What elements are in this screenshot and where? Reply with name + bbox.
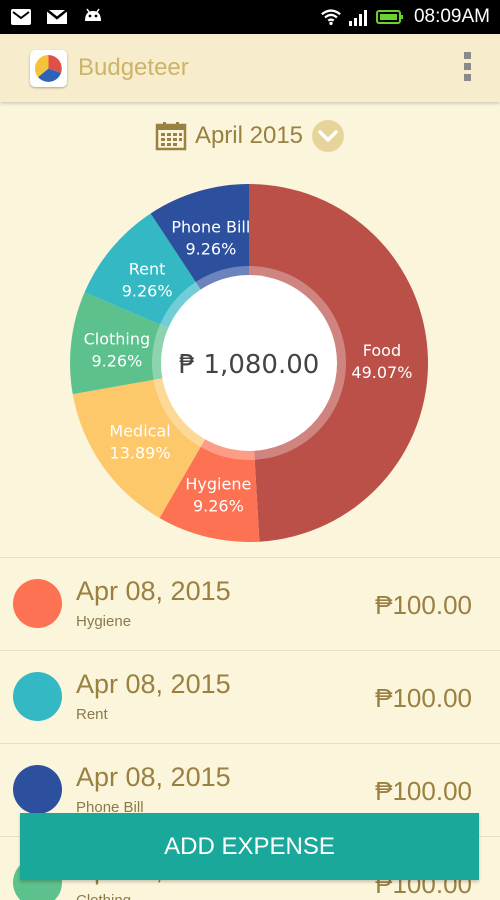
- status-clock: 08:09AM: [413, 6, 490, 27]
- category-color-dot: [13, 672, 62, 721]
- calendar-icon: [155, 122, 187, 151]
- slice-name-label: Clothing: [84, 330, 151, 349]
- total-amount: ₱ 1,080.00: [179, 350, 320, 380]
- mail-icon: [11, 9, 31, 25]
- expense-amount: ₱100.00: [375, 590, 472, 620]
- slice-percent-label: 9.26%: [193, 496, 244, 515]
- expense-amount: ₱100.00: [375, 683, 472, 713]
- app-bar: Budgeteer: [0, 34, 500, 102]
- android-icon: [85, 8, 101, 21]
- overflow-menu-icon[interactable]: [462, 52, 472, 84]
- expense-row[interactable]: Apr 08, 2015 Hygiene ₱100.00: [0, 557, 500, 650]
- wifi-icon: [321, 9, 341, 26]
- category-color-dot: [13, 765, 62, 814]
- slice-name-label: Food: [363, 341, 401, 360]
- status-bar: 08:09AM: [0, 0, 500, 34]
- slice-name-label: Phone Bill: [171, 218, 250, 237]
- month-selector[interactable]: April 2015: [0, 118, 500, 154]
- expense-date: Apr 08, 2015: [76, 762, 231, 792]
- slice-percent-label: 9.26%: [122, 282, 173, 301]
- expense-category: Rent: [76, 706, 108, 723]
- slice-name-label: Medical: [109, 421, 170, 440]
- expense-category: Clothing: [76, 892, 131, 900]
- category-color-dot: [13, 579, 62, 628]
- expense-category: Hygiene: [76, 613, 132, 630]
- expense-pie-chart[interactable]: Food 49.07% Hygiene 9.26% Medical 13.89% Cloth…: [0, 160, 500, 560]
- battery-icon: [375, 10, 403, 24]
- slice-percent-label: 9.26%: [91, 352, 142, 371]
- expense-amount: ₱100.00: [375, 776, 472, 806]
- gmail-icon: [46, 9, 68, 24]
- slice-name-label: Hygiene: [185, 474, 251, 493]
- slice-percent-label: 13.89%: [110, 443, 171, 462]
- expense-date: Apr 08, 2015: [76, 669, 231, 699]
- slice-percent-label: 9.26%: [185, 240, 236, 259]
- add-expense-button[interactable]: ADD EXPENSE: [20, 813, 479, 880]
- signal-icon: [348, 10, 367, 26]
- expense-row[interactable]: Apr 08, 2015 Rent ₱100.00: [0, 650, 500, 743]
- month-label: April 2015: [194, 122, 304, 149]
- app-title: Budgeteer: [78, 54, 189, 81]
- pie-logo-icon: [30, 50, 67, 87]
- slice-percent-label: 49.07%: [351, 363, 412, 382]
- chevron-down-icon[interactable]: [311, 119, 345, 153]
- slice-name-label: Rent: [129, 260, 166, 279]
- expense-date: Apr 08, 2015: [76, 576, 231, 606]
